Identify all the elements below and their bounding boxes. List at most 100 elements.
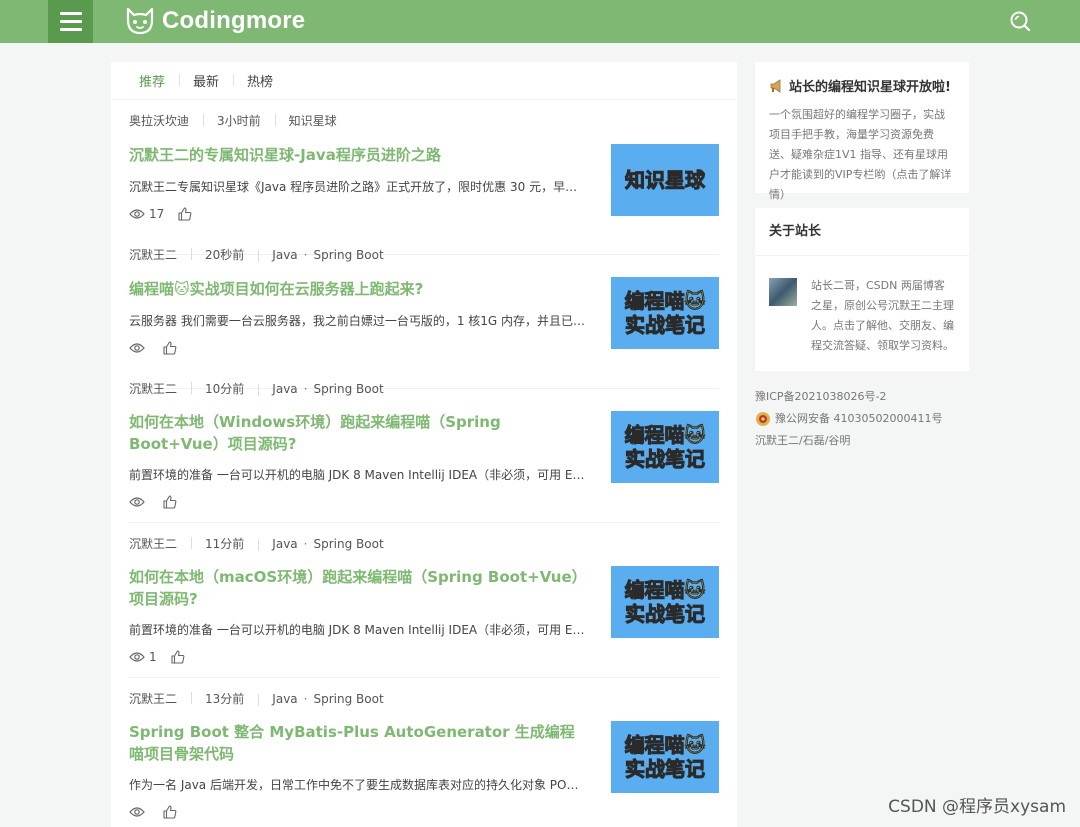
article-meta: 奥拉沃坎迪 3小时前 知识星球: [129, 112, 351, 129]
article-title[interactable]: 沉默王二的专属知识星球-Java程序员进阶之路: [129, 144, 589, 166]
article-author[interactable]: 沉默王二: [129, 535, 191, 552]
search-button[interactable]: [1008, 9, 1032, 33]
article-stats: [129, 805, 195, 819]
article-tag[interactable]: Spring Boot: [313, 692, 383, 706]
view-count: [129, 806, 149, 818]
eye-icon: [129, 807, 145, 817]
like-button[interactable]: [178, 207, 196, 221]
article-tags: Java · Spring Boot: [258, 382, 397, 396]
about-title: 关于站长: [755, 208, 969, 256]
article-meta: 沉默王二 11分前 Java · Spring Boot: [129, 535, 398, 552]
article-title[interactable]: 如何在本地（macOS环境）跑起来编程喵（Spring Boot+Vue）项目源…: [129, 566, 589, 610]
eye-icon: [129, 652, 145, 662]
tab-hot[interactable]: 热榜: [233, 71, 287, 90]
top-header: Codingmore: [0, 0, 1080, 43]
thumbs-up-icon: [171, 650, 185, 664]
promo-body: 一个氛围超好的编程学习圈子，实战项目手把手教，海量学习资源免费送、疑难杂症1V1…: [769, 108, 952, 201]
article-tag[interactable]: Spring Boot: [313, 248, 383, 262]
article-author[interactable]: 沉默王二: [129, 246, 191, 263]
police-badge-icon: [756, 412, 770, 426]
brand-name: Codingmore: [162, 7, 306, 34]
article-excerpt: 沉默王二专属知识星球《Java 程序员进阶之路》正式开放了，限时优惠 30 元，…: [129, 180, 589, 194]
credits: 沉默王二/石磊/谷明: [755, 434, 851, 447]
article-item[interactable]: 奥拉沃坎迪 3小时前 知识星球 沉默王二的专属知识星球-Java程序员进阶之路 …: [129, 100, 719, 255]
article-stats: 1: [129, 650, 203, 664]
view-count: 1: [129, 650, 157, 664]
article-title[interactable]: Spring Boot 整合 MyBatis-Plus AutoGenerato…: [129, 721, 589, 765]
cat-logo-icon: [126, 7, 154, 35]
article-stats: 17: [129, 207, 210, 221]
article-time: 3小时前: [203, 112, 275, 129]
like-button[interactable]: [163, 341, 181, 355]
site-logo[interactable]: Codingmore: [124, 4, 305, 38]
view-count: 17: [129, 207, 164, 221]
article-item[interactable]: 沉默王二 20秒前 Java · Spring Boot 编程喵🐱实战项目如何在云服…: [129, 234, 719, 389]
like-button[interactable]: [171, 650, 189, 664]
eye-icon: [129, 209, 145, 219]
watermark: CSDN @程序员xysam: [888, 797, 1066, 817]
article-category[interactable]: Java: [272, 692, 297, 706]
article-category[interactable]: Java: [272, 537, 297, 551]
article-title[interactable]: 如何在本地（Windows环境）跑起来编程喵（Spring Boot+Vue）项…: [129, 411, 589, 455]
article-time: 20秒前: [191, 246, 258, 263]
site-footer: 豫ICP备2021038026号-2 豫公网安备 41030502000411号…: [755, 386, 942, 452]
tab-latest[interactable]: 最新: [179, 71, 233, 90]
article-tags: Java · Spring Boot: [258, 248, 397, 262]
article-stats: [129, 495, 195, 509]
article-list-panel: 推荐 最新 热榜 奥拉沃坎迪 3小时前 知识星球 沉默王二的专属知识星球-Jav…: [111, 62, 737, 827]
article-tag[interactable]: Spring Boot: [313, 382, 383, 396]
article-tag[interactable]: Spring Boot: [313, 537, 383, 551]
article-thumbnail[interactable]: 编程喵🐱 实战笔记: [611, 721, 719, 793]
promo-card[interactable]: 站长的编程知识星球开放啦! 一个氛围超好的编程学习圈子，实战项目手把手教，海量学…: [755, 62, 969, 201]
about-body: 站长二哥，CSDN 两届博客之星，原创公号沉默王二主理人。点击了解他、交朋友、编…: [811, 279, 954, 352]
thumbs-up-icon: [163, 805, 177, 819]
article-category[interactable]: Java: [272, 248, 297, 262]
article-excerpt: 前置环境的准备 一台可以开机的电脑 JDK 8 Maven Intellij I…: [129, 623, 589, 637]
menu-button[interactable]: [48, 0, 93, 43]
article-title[interactable]: 编程喵🐱实战项目如何在云服务器上跑起来?: [129, 278, 589, 300]
article-meta: 沉默王二 13分前 Java · Spring Boot: [129, 690, 398, 707]
promo-title: 站长的编程知识星球开放啦!: [769, 76, 955, 95]
article-thumbnail[interactable]: 编程喵🐱 实战笔记: [611, 566, 719, 638]
article-excerpt: 前置环境的准备 一台可以开机的电脑 JDK 8 Maven Intellij I…: [129, 468, 589, 482]
article-tags: Java · Spring Boot: [258, 537, 397, 551]
about-card: 关于站长 站长二哥，CSDN 两届博客之星，原创公号沉默王二主理人。点击了解他、…: [755, 208, 969, 371]
avatar[interactable]: [769, 278, 797, 306]
thumbs-up-icon: [163, 341, 177, 355]
article-excerpt: 作为一名 Java 后端开发，日常工作中免不了要生成数据库表对应的持久化对象 P…: [129, 778, 589, 792]
thumbs-up-icon: [178, 207, 192, 221]
icp-link[interactable]: 豫ICP备2021038026号-2: [755, 386, 887, 408]
article-excerpt: 云服务器 我们需要一台云服务器，我之前白嫖过一台丐版的，1 核1G 内存，并且已…: [129, 314, 589, 328]
article-time: 13分前: [191, 690, 258, 707]
article-meta: 沉默王二 20秒前 Java · Spring Boot: [129, 246, 398, 263]
hamburger-icon: [59, 12, 82, 15]
article-stats: [129, 341, 195, 355]
article-category[interactable]: Java: [272, 382, 297, 396]
like-button[interactable]: [163, 495, 181, 509]
article-item[interactable]: 沉默王二 13分前 Java · Spring Boot Spring Boot 整…: [129, 678, 719, 827]
list-tabs: 推荐 最新 热榜: [111, 62, 737, 100]
article-author[interactable]: 沉默王二: [129, 690, 191, 707]
article-tags: Java · Spring Boot: [258, 692, 397, 706]
megaphone-icon: [770, 78, 781, 93]
article-item[interactable]: 沉默王二 10分前 Java · Spring Boot 如何在本地（Windows…: [129, 368, 719, 523]
article-meta: 沉默王二 10分前 Java · Spring Boot: [129, 380, 398, 397]
article-thumbnail[interactable]: 编程喵🐱 实战笔记: [611, 411, 719, 483]
view-count: [129, 496, 149, 508]
search-icon: [1010, 11, 1031, 32]
article-thumbnail[interactable]: 知识星球: [611, 144, 719, 216]
like-button[interactable]: [163, 805, 181, 819]
article-time: 10分前: [191, 380, 258, 397]
article-author[interactable]: 奥拉沃坎迪: [129, 112, 203, 129]
view-count: [129, 342, 149, 354]
article-time: 11分前: [191, 535, 258, 552]
article-item[interactable]: 沉默王二 11分前 Java · Spring Boot 如何在本地（macOS环境…: [129, 523, 719, 678]
tab-recommended[interactable]: 推荐: [125, 71, 179, 90]
eye-icon: [129, 497, 145, 507]
article-author[interactable]: 沉默王二: [129, 380, 191, 397]
eye-icon: [129, 343, 145, 353]
article-thumbnail[interactable]: 编程喵🐱 实战笔记: [611, 277, 719, 349]
article-category[interactable]: 知识星球: [274, 112, 351, 129]
thumbs-up-icon: [163, 495, 177, 509]
police-link[interactable]: 豫公网安备 41030502000411号: [775, 408, 942, 430]
